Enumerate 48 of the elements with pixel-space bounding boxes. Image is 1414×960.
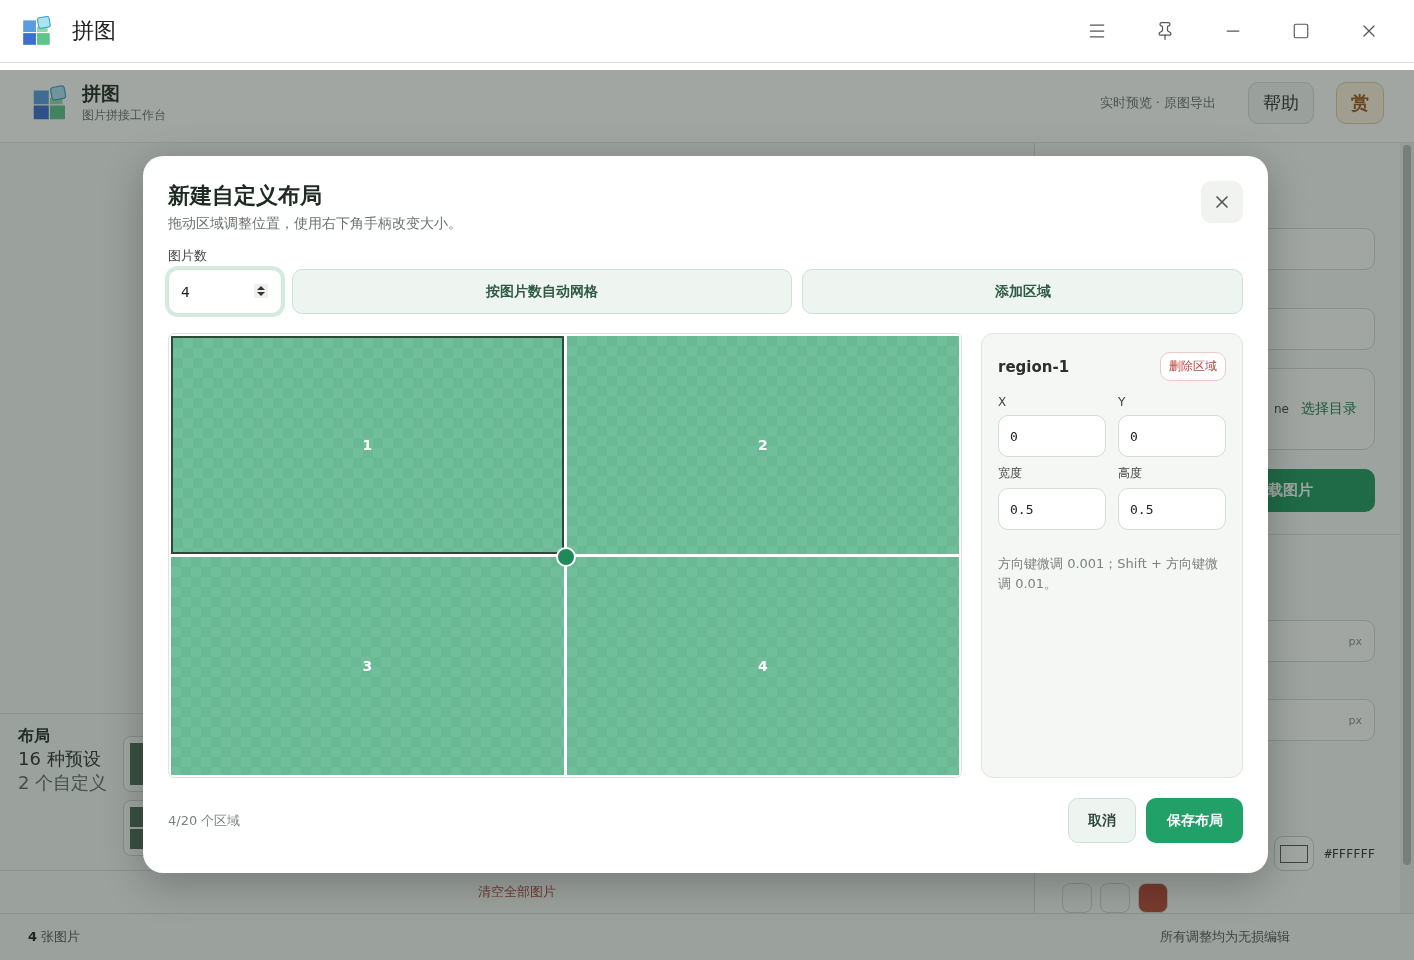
input-field[interactable]: 0 (1118, 415, 1226, 457)
maximize-icon[interactable] (1292, 22, 1310, 40)
close-button[interactable] (1201, 181, 1243, 223)
spinner-icon[interactable] (254, 284, 268, 298)
region-name: region-1 (998, 357, 1070, 376)
app-logo-icon (20, 14, 54, 48)
region-count: 4/20 个区域 (168, 811, 242, 830)
dialog-title: 新建自定义布局 (168, 182, 323, 210)
region-number: 3 (362, 658, 373, 674)
image-count: 4 张图片 (27, 928, 82, 946)
add-region-button[interactable]: 添加区域 (802, 269, 1243, 314)
hint-text: 方向键微调 0.001；Shift + 方向键微调 0.01。 (998, 555, 1220, 593)
region-number: 2 (757, 437, 768, 453)
number-field[interactable]: 4 (168, 269, 282, 314)
field-label: 宽度 (998, 465, 1023, 482)
auto-grid-button[interactable]: 按图片数自动网格 (292, 269, 792, 314)
field-label: 图片数 (168, 247, 208, 265)
app-subtitle: 图片拼接工作台 (82, 107, 167, 124)
scrollbar[interactable] (1400, 143, 1414, 913)
region-number: 1 (362, 437, 373, 453)
save-button[interactable]: 保存布局 (1146, 798, 1243, 843)
section-title: 布局 (18, 726, 51, 747)
dialog-subtitle: 拖动区域调整位置，使用右下角手柄改变大小。 (168, 215, 462, 233)
field-label: 高度 (1118, 465, 1143, 482)
delete-region-button[interactable]: 删除区域 (1160, 352, 1226, 381)
folder-path: ne (1274, 402, 1289, 416)
color-swatch[interactable] (1138, 883, 1168, 913)
custom-count: 2 个自定义 (18, 771, 108, 795)
help-button[interactable]: 帮助 (1248, 81, 1314, 124)
input-field[interactable]: 0 (998, 415, 1106, 457)
color-swatch[interactable] (1100, 883, 1130, 913)
reward-button[interactable]: 赏 (1336, 81, 1384, 124)
window-title: 拼图 (72, 17, 117, 45)
field-label: Y (1118, 395, 1127, 409)
clear-all-button[interactable]: 清空全部图片 (472, 882, 562, 902)
status-note: 所有调整均为无损编辑 (1159, 928, 1290, 946)
input-field[interactable]: 0.5 (1118, 488, 1226, 530)
tagline: 实时预览 · 原图导出 (1099, 93, 1216, 112)
color-value: #FFFFFF (1324, 846, 1375, 861)
input-field[interactable]: 0.5 (998, 488, 1106, 530)
field-label: X (998, 395, 1008, 409)
color-picker[interactable] (1274, 836, 1315, 871)
region-number: 4 (757, 658, 768, 674)
color-swatch[interactable] (1062, 883, 1092, 913)
cancel-button[interactable]: 取消 (1068, 798, 1136, 843)
app-title: 拼图 (82, 81, 121, 106)
preset-count: 16 种预设 (18, 747, 102, 771)
choose-folder-button[interactable]: 选择目录 (1301, 400, 1357, 418)
